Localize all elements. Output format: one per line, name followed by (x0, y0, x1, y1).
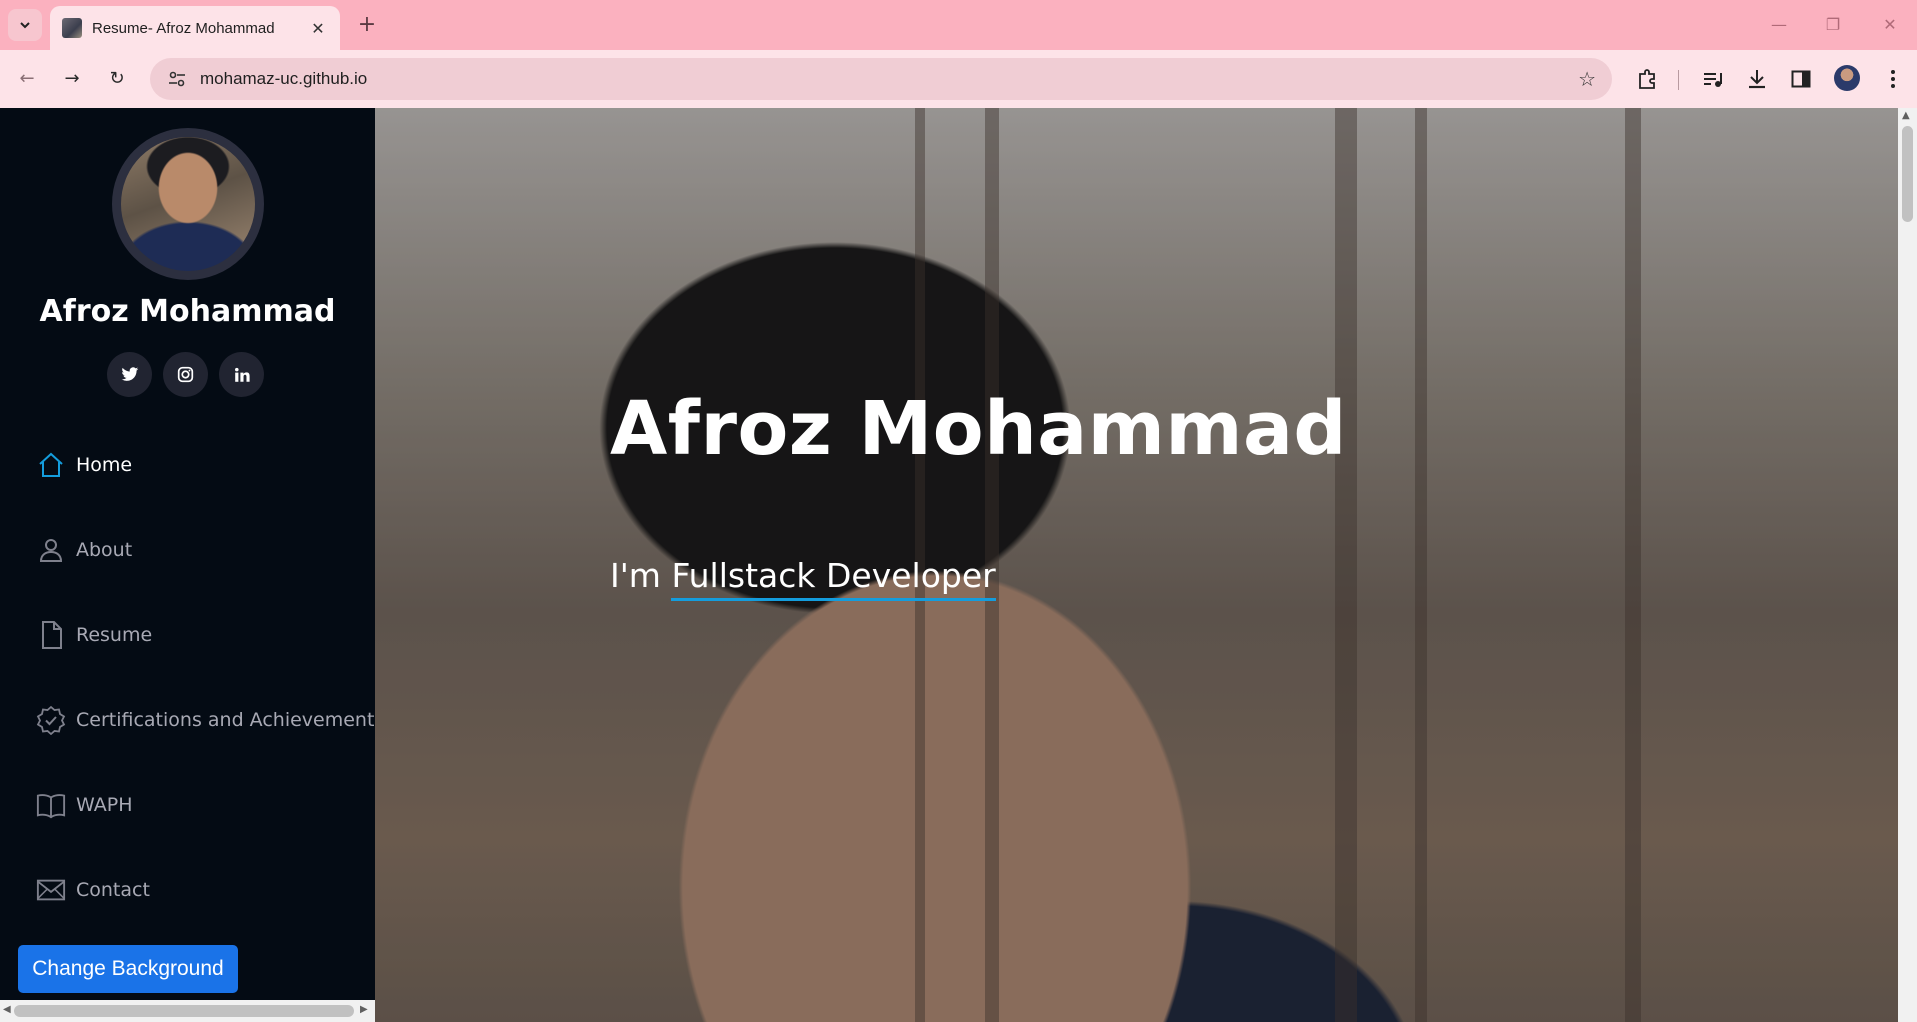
url-text: mohamaz-uc.github.io (200, 69, 368, 88)
nav-item-resume[interactable]: Resume (36, 620, 152, 650)
nav-label-waph: WAPH (76, 794, 133, 816)
forward-button[interactable]: → (57, 64, 87, 94)
restore-icon[interactable]: ❐ (1820, 12, 1846, 38)
chevron-down-icon (20, 22, 30, 29)
award-icon (36, 705, 66, 735)
twitter-icon[interactable] (107, 352, 152, 397)
nav-label-home: Home (76, 454, 133, 476)
social-links (107, 352, 264, 397)
sidebar: Afroz Mohammad Home About Resume Certifi… (0, 108, 384, 1022)
reload-button[interactable]: ↻ (102, 64, 132, 94)
download-icon[interactable] (1742, 64, 1772, 94)
address-bar[interactable]: mohamaz-uc.github.io ☆ (150, 58, 1612, 100)
scroll-right-icon[interactable]: ▶ (360, 1004, 368, 1015)
scroll-up-icon[interactable]: ▲ (1902, 110, 1910, 121)
scroll-left-icon[interactable]: ◀ (3, 1004, 11, 1015)
nav-label-contact: Contact (76, 879, 150, 901)
side-panel-icon[interactable] (1786, 64, 1816, 94)
nav-item-home[interactable]: Home (36, 450, 132, 480)
horizontal-scrollbar[interactable]: ◀ ▶ (0, 1000, 375, 1022)
sidebar-name: Afroz Mohammad (39, 294, 336, 329)
nav-label-certifications: Certifications and Achievements (76, 709, 385, 731)
book-icon (36, 790, 66, 820)
person-icon (36, 535, 66, 565)
nav-label-about: About (76, 539, 133, 561)
horizontal-scroll-thumb[interactable] (14, 1005, 354, 1017)
instagram-icon[interactable] (163, 352, 208, 397)
tab-search-button[interactable] (8, 9, 42, 41)
hero-typed-text: Fullstack Developer (671, 556, 996, 601)
nav-item-waph[interactable]: WAPH (36, 790, 133, 820)
hero-subtitle: I'm Fullstack Developer (610, 556, 996, 601)
hero-section: Afroz Mohammad I'm Fullstack Developer (375, 108, 1898, 1022)
browser-toolbar: ← → ↻ mohamaz-uc.github.io ☆ (0, 50, 1917, 108)
browser-tab[interactable]: Resume- Afroz Mohammad ✕ (50, 6, 340, 50)
envelope-icon (36, 875, 66, 905)
home-icon (36, 450, 66, 480)
browser-tabstrip: Resume- Afroz Mohammad ✕ + — ❐ ✕ (0, 0, 1917, 50)
hero-title: Afroz Mohammad (610, 386, 1347, 472)
extensions-icon[interactable] (1632, 64, 1662, 94)
media-control-icon[interactable] (1698, 64, 1728, 94)
close-tab-icon[interactable]: ✕ (308, 19, 328, 38)
tab-title: Resume- Afroz Mohammad (92, 19, 275, 37)
close-window-icon[interactable]: ✕ (1877, 12, 1903, 38)
linkedin-icon[interactable] (219, 352, 264, 397)
nav-item-certifications[interactable]: Certifications and Achievements (36, 705, 384, 735)
more-menu-icon[interactable] (1878, 64, 1908, 94)
page-viewport: Afroz Mohammad Home About Resume Certifi… (0, 108, 1917, 1022)
back-button[interactable]: ← (12, 64, 42, 94)
nav-item-contact[interactable]: Contact (36, 875, 150, 905)
vertical-scroll-thumb[interactable] (1902, 126, 1913, 222)
favicon-icon (62, 18, 82, 38)
vertical-scrollbar[interactable]: ▲ (1898, 108, 1917, 1022)
minimize-icon[interactable]: — (1766, 12, 1792, 38)
new-tab-button[interactable]: + (352, 10, 382, 40)
file-icon (36, 620, 66, 650)
change-background-button[interactable]: Change Background (18, 945, 238, 993)
bookmark-star-icon[interactable]: ☆ (1578, 67, 1596, 91)
toolbar-divider (1678, 70, 1679, 90)
site-info-icon[interactable] (166, 68, 188, 90)
hero-subtitle-prefix: I'm (610, 556, 672, 595)
profile-photo (112, 128, 264, 280)
nav-item-about[interactable]: About (36, 535, 132, 565)
nav-label-resume: Resume (76, 624, 153, 646)
profile-avatar[interactable] (1834, 65, 1860, 91)
hero-overlay (375, 108, 1898, 1022)
